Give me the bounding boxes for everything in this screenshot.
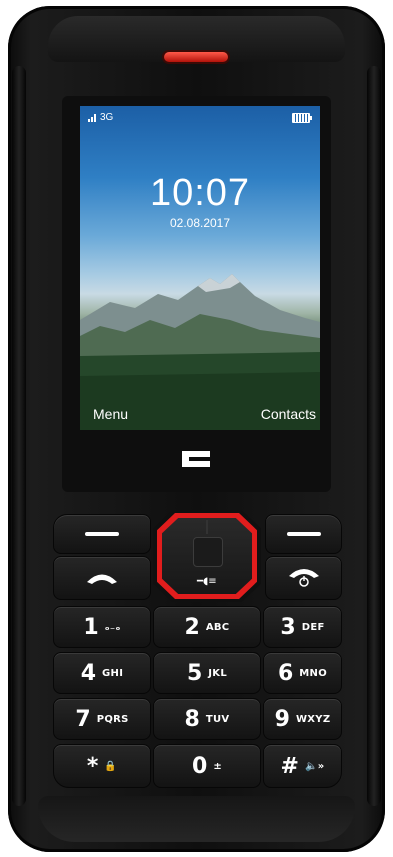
left-softkey-button[interactable]: [53, 514, 151, 554]
phone-call-icon: [87, 574, 117, 584]
key-letters: ABC: [205, 621, 230, 633]
key-digit: 4: [80, 660, 97, 686]
ok-button[interactable]: [193, 537, 223, 567]
key-digit: *: [86, 753, 99, 779]
signal-bars-icon: [88, 114, 96, 122]
bottom-bumper: [38, 796, 355, 842]
home-clock: 10:07: [149, 172, 251, 214]
key-3[interactable]: 3 DEF: [263, 606, 342, 648]
key-letters: TUV: [205, 713, 230, 725]
wallpaper-image: [80, 274, 320, 430]
softkey-label-contacts[interactable]: Contacts: [261, 406, 316, 422]
softkey-label-menu[interactable]: Menu: [93, 406, 128, 422]
key-1[interactable]: 1 ₒ₋ₒ: [53, 606, 151, 648]
end-power-button[interactable]: [265, 556, 342, 600]
key-7[interactable]: 7 PQRS: [53, 698, 151, 740]
right-rail: [367, 66, 381, 806]
home-screen: 3G 10:07 02.08.2017 Menu Contacts: [80, 106, 320, 430]
key-digit: 0: [192, 753, 208, 779]
key-5[interactable]: 5 JKL: [153, 652, 261, 694]
dash-icon: [286, 532, 321, 536]
key-digit: 6: [277, 660, 294, 686]
key-star[interactable]: * 🔒: [53, 744, 151, 788]
home-date: 02.08.2017: [169, 216, 231, 230]
voicemail-icon: ₒ₋ₒ: [104, 621, 121, 633]
keypad: ━◖≡ 1 ₒ₋ₒ 2 ABC 3 DEF 4 GHI 5 JKL 6 MNO …: [53, 508, 342, 794]
key-digit: 2: [184, 614, 200, 640]
key-letters: JKL: [208, 667, 228, 679]
left-rail: [12, 66, 26, 806]
key-hash[interactable]: # 🔈»: [263, 744, 342, 788]
key-2[interactable]: 2 ABC: [153, 606, 261, 648]
key-letters: DEF: [301, 621, 325, 633]
key-4[interactable]: 4 GHI: [53, 652, 151, 694]
key-digit: #: [280, 753, 299, 779]
lock-icon: 🔒: [104, 760, 118, 772]
key-6[interactable]: 6 MNO: [263, 652, 342, 694]
key-digit: 9: [274, 706, 290, 732]
battery-full-icon: [292, 113, 312, 123]
torch-icon: ━◖≡: [197, 576, 217, 587]
status-bar: 3G: [80, 112, 320, 126]
key-9[interactable]: 9 WXYZ: [263, 698, 342, 740]
right-softkey-button[interactable]: [265, 514, 342, 554]
call-button[interactable]: [53, 556, 151, 600]
plus-icon: ±: [213, 760, 222, 772]
key-letters: WXYZ: [295, 713, 331, 725]
key-digit: 1: [83, 614, 99, 640]
phone-end-power-icon: [288, 569, 319, 587]
dpad-up-marker: [206, 520, 208, 534]
key-digit: 8: [184, 706, 200, 732]
dash-icon: [85, 532, 119, 536]
crosscall-logo: [182, 451, 210, 467]
speaker-icon: 🔈»: [304, 760, 325, 772]
earpiece-led: [164, 52, 228, 62]
network-type: 3G: [100, 112, 114, 123]
key-letters: MNO: [299, 667, 328, 679]
key-digit: 3: [280, 614, 296, 640]
key-letters: GHI: [102, 667, 124, 679]
key-8[interactable]: 8 TUV: [153, 698, 261, 740]
key-digit: 5: [186, 660, 203, 686]
key-letters: PQRS: [96, 713, 129, 725]
key-0[interactable]: 0 ±: [153, 744, 261, 788]
key-digit: 7: [75, 706, 91, 732]
